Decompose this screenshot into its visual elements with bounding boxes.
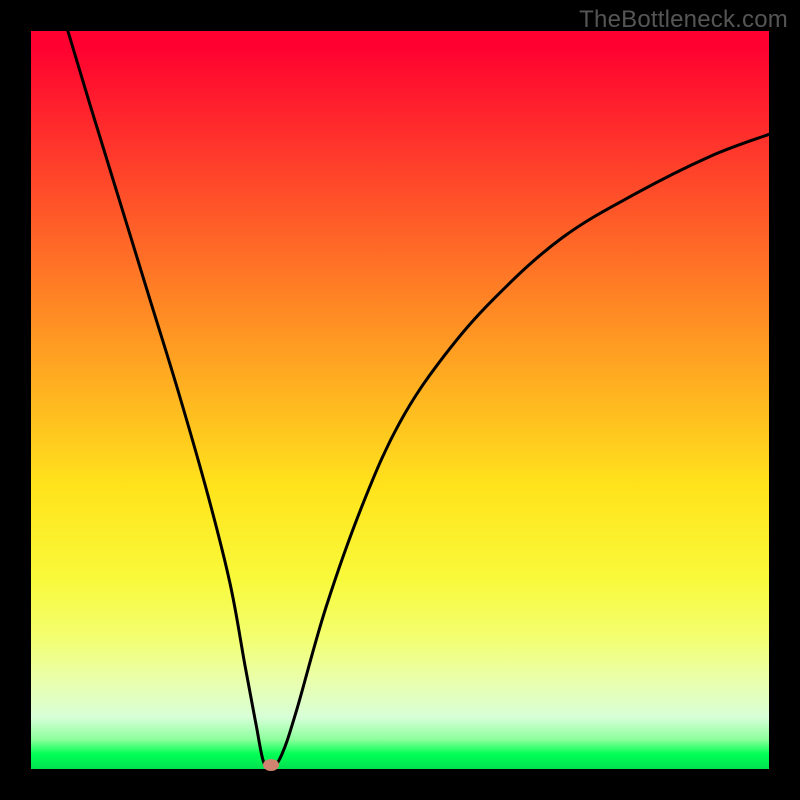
watermark-text: TheBottleneck.com bbox=[579, 6, 788, 34]
bottleneck-curve bbox=[68, 31, 769, 770]
minimum-marker bbox=[263, 759, 279, 771]
curve-svg bbox=[31, 31, 769, 769]
chart-frame: TheBottleneck.com bbox=[0, 0, 800, 800]
plot-area bbox=[31, 31, 769, 769]
